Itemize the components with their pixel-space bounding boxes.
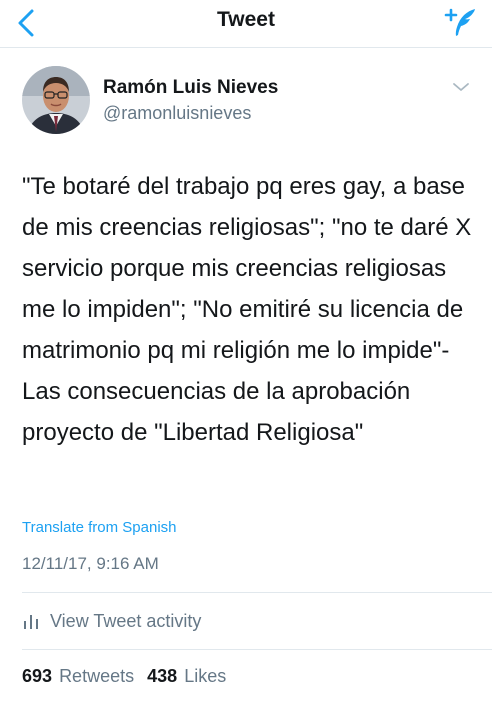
divider bbox=[22, 649, 492, 650]
compose-tweet-icon bbox=[444, 8, 475, 36]
retweets-stat[interactable]: 693 Retweets bbox=[22, 666, 134, 687]
tweet-stats: 693 Retweets 438 Likes bbox=[22, 666, 234, 687]
avatar-photo bbox=[22, 66, 90, 134]
retweets-label: Retweets bbox=[59, 666, 135, 686]
view-tweet-activity-label: View Tweet activity bbox=[50, 610, 202, 631]
tweet-text: "Te botaré del trabajo pq eres gay, a ba… bbox=[22, 173, 472, 446]
tweet-timestamp: 12/11/17, 9:16 AM bbox=[22, 554, 159, 573]
compose-tweet-button[interactable] bbox=[440, 5, 478, 41]
translate-link[interactable]: Translate from Spanish bbox=[22, 519, 177, 536]
divider bbox=[22, 592, 492, 593]
likes-count: 438 bbox=[147, 666, 178, 686]
author-handle[interactable]: @ramonluisnieves bbox=[103, 103, 251, 124]
page-title: Tweet bbox=[217, 8, 275, 31]
retweets-count: 693 bbox=[22, 666, 53, 686]
bar-chart-icon bbox=[24, 615, 38, 629]
tweet-menu-button[interactable] bbox=[452, 80, 470, 92]
view-tweet-activity-button[interactable]: View Tweet activity bbox=[22, 606, 201, 636]
likes-stat[interactable]: 438 Likes bbox=[147, 666, 226, 687]
chevron-down-icon bbox=[453, 83, 469, 91]
tweet-author: Ramón Luis Nieves @ramonluisnieves bbox=[0, 66, 492, 136]
avatar[interactable] bbox=[22, 66, 90, 134]
likes-label: Likes bbox=[184, 666, 227, 686]
navigation-bar: Tweet bbox=[0, 0, 492, 48]
author-name[interactable]: Ramón Luis Nieves bbox=[103, 77, 278, 99]
